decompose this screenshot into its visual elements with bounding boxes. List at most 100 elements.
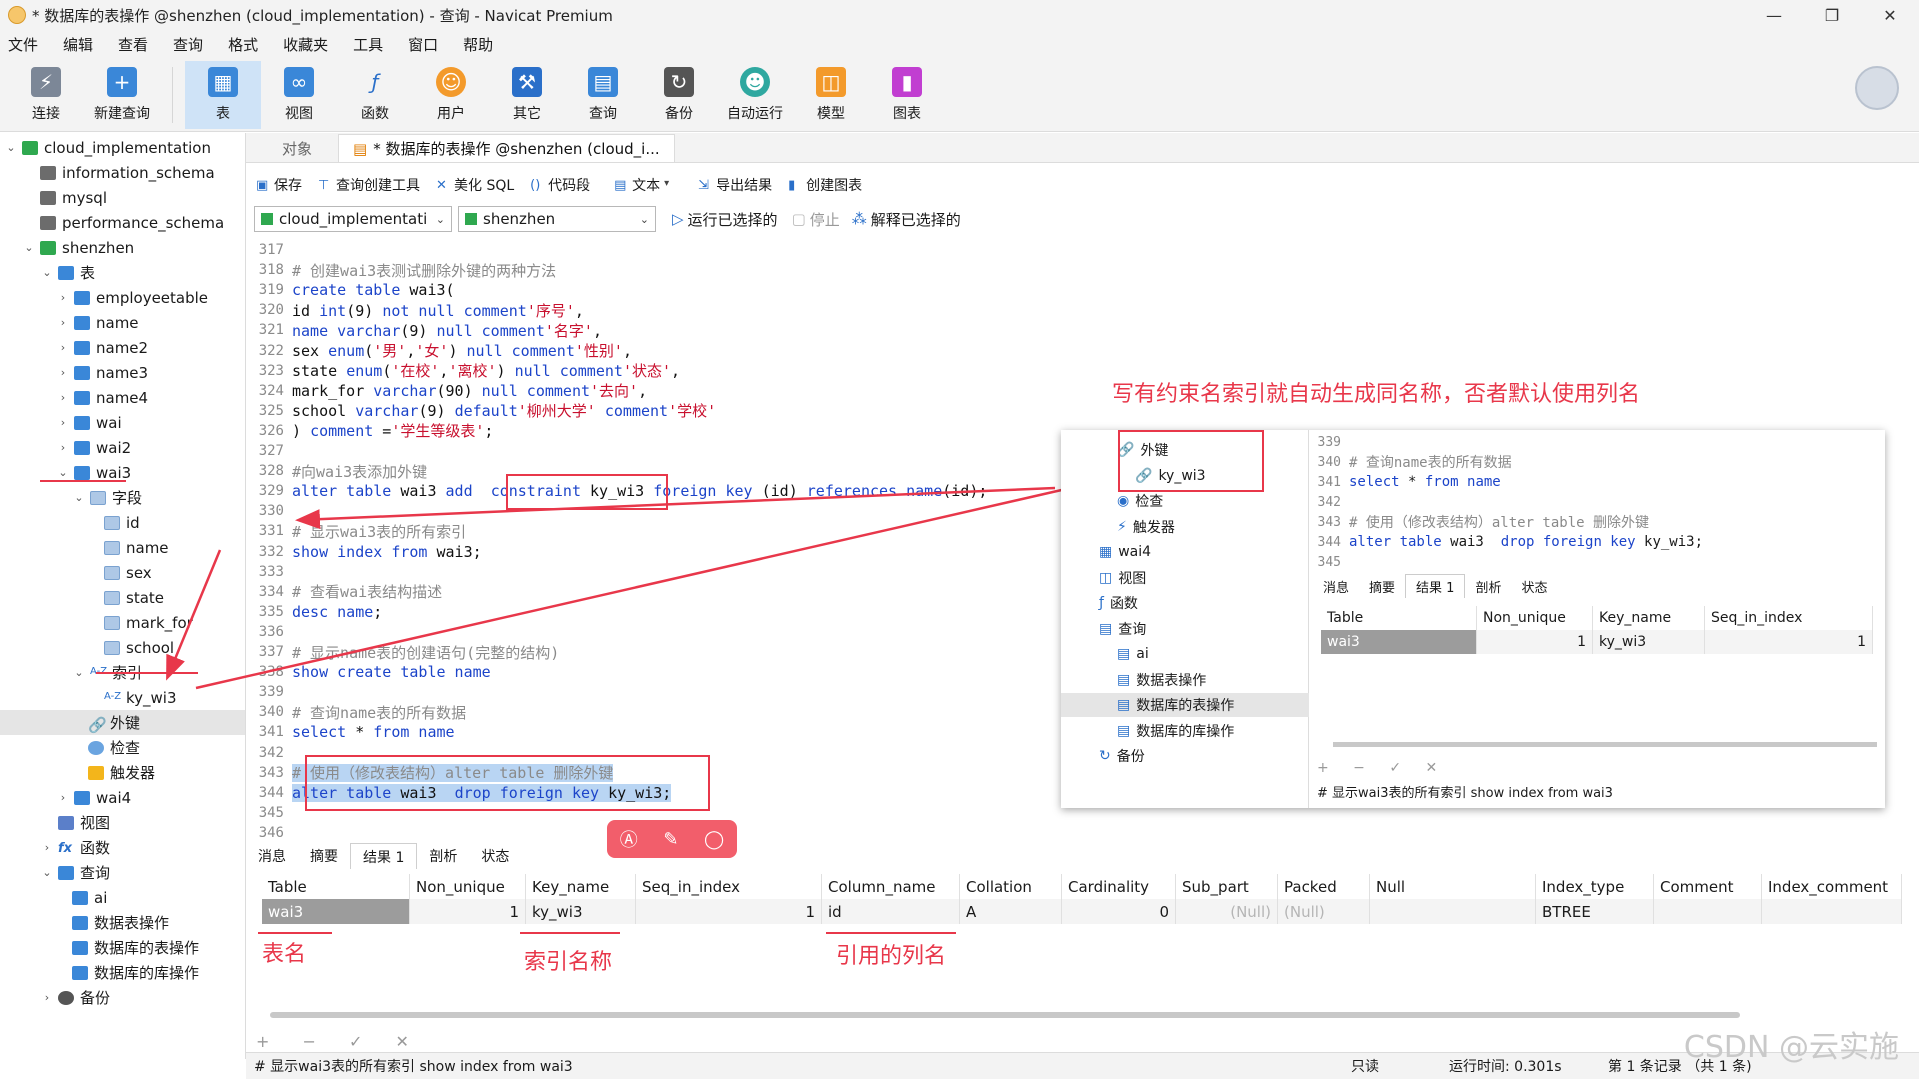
menu-window[interactable]: 窗口 — [400, 34, 455, 55]
cell[interactable]: A — [960, 899, 1062, 924]
backup-button[interactable]: ↻ 备份 — [641, 61, 717, 129]
inset-cell[interactable]: 1 — [1477, 630, 1593, 654]
tree-field[interactable]: state — [104, 585, 164, 610]
query-builder-button[interactable]: ⊤ 查询创建工具 — [318, 175, 420, 195]
code-line[interactable]: 321 name varchar(9) null comment'名字', — [252, 320, 602, 340]
query-button[interactable]: ▤ 查询 — [565, 61, 641, 129]
tree-functions[interactable]: › fx 函数 — [40, 835, 110, 860]
tab-result-1[interactable]: 结果 1 — [350, 843, 418, 869]
inset-col-header[interactable]: Non_unique — [1477, 606, 1593, 630]
col-header[interactable]: Seq_in_index — [636, 874, 822, 899]
code-line[interactable]: 318 # 创建wai3表测试删除外键的两种方法 — [252, 260, 556, 280]
tab-profile[interactable]: 剖析 — [417, 843, 469, 869]
code-line[interactable]: 346 — [252, 823, 292, 843]
inset-tree-node[interactable]: ▤ 数据库的表操作 — [1061, 693, 1309, 717]
menu-query[interactable]: 查询 — [165, 34, 220, 55]
col-header[interactable]: Non_unique — [410, 874, 526, 899]
tree-query[interactable]: ai — [72, 885, 107, 910]
view-button[interactable]: ∞ 视图 — [261, 61, 337, 129]
code-line[interactable]: 337 # 显示name表的创建语句(完整的结构) — [252, 642, 560, 662]
code-line[interactable]: 325 school varchar(9) default'柳州大学' comme… — [252, 401, 716, 421]
save-button[interactable]: ▣ 保存 — [256, 175, 302, 195]
tree-query[interactable]: 数据库的库操作 — [72, 960, 199, 985]
row-controls[interactable]: + − ✓ ✕ — [256, 1032, 423, 1051]
tree-table[interactable]: › wai4 — [56, 785, 131, 810]
tree-views[interactable]: 视图 — [40, 810, 110, 835]
explain-button[interactable]: 解释已选择的 — [871, 209, 961, 230]
cell[interactable]: wai3 — [262, 899, 410, 924]
run-selected-button[interactable]: 运行已选择的 — [688, 209, 778, 230]
new-query-button[interactable]: + 新建查询 — [84, 61, 160, 129]
tree-checks[interactable]: 检查 — [88, 735, 140, 760]
tree-connection[interactable]: ⌄ cloud_implementation — [4, 135, 211, 160]
tree-field[interactable]: name — [104, 535, 169, 560]
table-button[interactable]: ▦ 表 — [185, 60, 261, 129]
col-header[interactable]: Column_name — [822, 874, 960, 899]
code-line[interactable]: 320 id int(9) not null comment'序号', — [252, 300, 584, 320]
col-header[interactable]: Packed — [1278, 874, 1370, 899]
inset-col-header[interactable]: Seq_in_index — [1705, 606, 1873, 630]
inset-row-controls[interactable]: + − ✓ ✕ — [1317, 760, 1447, 776]
menu-help[interactable]: 帮助 — [455, 34, 510, 55]
chart-button[interactable]: ▮ 图表 — [869, 61, 945, 129]
cell[interactable]: 1 — [636, 899, 822, 924]
code-line[interactable]: 326) comment ='学生等级表'; — [252, 421, 494, 441]
horizontal-scrollbar[interactable] — [270, 1012, 1740, 1018]
cell[interactable]: BTREE — [1536, 899, 1654, 924]
tree-db[interactable]: mysql — [22, 185, 107, 210]
tree-db[interactable]: performance_schema — [22, 210, 224, 235]
inset-tab[interactable]: 消息 — [1313, 574, 1359, 598]
tree-queries[interactable]: ⌄ 查询 — [40, 860, 110, 885]
code-line[interactable]: 317 — [252, 240, 292, 260]
stop-button[interactable]: 停止 — [810, 209, 840, 230]
tab-summary[interactable]: 摘要 — [298, 843, 350, 869]
col-header[interactable]: Index_comment — [1762, 874, 1902, 899]
inset-tree-node[interactable]: ▤ ai — [1061, 642, 1149, 666]
create-chart-button[interactable]: ▮ 创建图表 — [788, 175, 862, 195]
inset-tab[interactable]: 摘要 — [1359, 574, 1405, 598]
inset-tree-node[interactable]: ▦ wai4 — [1061, 540, 1151, 564]
code-line[interactable]: 341 select * from name — [252, 722, 455, 742]
inset-cell[interactable]: ky_wi3 — [1593, 630, 1705, 654]
maximize-button[interactable]: ❐ — [1803, 0, 1861, 30]
tree-query[interactable]: 数据表操作 — [72, 910, 169, 935]
inset-col-header[interactable]: Table — [1321, 606, 1477, 630]
close-button[interactable]: ✕ — [1861, 0, 1919, 30]
tree-query[interactable]: 数据库的表操作 — [72, 935, 199, 960]
menu-edit[interactable]: 编辑 — [55, 34, 110, 55]
tree-tables[interactable]: ⌄ 表 — [40, 260, 95, 285]
inset-tree-node[interactable]: ▤ 数据表操作 — [1061, 668, 1206, 692]
cell[interactable]: 0 — [1062, 899, 1176, 924]
model-button[interactable]: ◫ 模型 — [793, 61, 869, 129]
tree-field[interactable]: school — [104, 635, 174, 660]
beautify-sql-button[interactable]: ✕ 美化 SQL — [436, 175, 514, 195]
inset-col-header[interactable]: Key_name — [1593, 606, 1705, 630]
inset-cell[interactable]: wai3 — [1321, 630, 1477, 654]
tab-messages[interactable]: 消息 — [246, 843, 298, 869]
inset-tree-node[interactable]: ◫ 视图 — [1061, 566, 1146, 590]
cell[interactable]: id — [822, 899, 960, 924]
auto-run-button[interactable]: ☻ 自动运行 — [717, 61, 793, 129]
snippet-button[interactable]: () 代码段 — [530, 175, 590, 195]
tree-backups[interactable]: › 备份 — [40, 985, 110, 1010]
other-button[interactable]: ⚒ 其它 — [489, 61, 565, 129]
inset-cell[interactable]: 1 — [1705, 630, 1873, 654]
inset-tab[interactable]: 状态 — [1511, 574, 1557, 598]
col-header[interactable]: Null — [1370, 874, 1536, 899]
export-result-button[interactable]: ⇲ 导出结果 — [698, 175, 772, 195]
tree-db[interactable]: information_schema — [22, 160, 215, 185]
code-line[interactable]: 335 desc name; — [252, 602, 383, 622]
tree-fields[interactable]: ⌄ 字段 — [72, 485, 142, 510]
code-line[interactable]: 332 show index from wai3; — [252, 542, 482, 562]
code-line[interactable]: 336 — [252, 622, 292, 642]
col-header[interactable]: Key_name — [526, 874, 636, 899]
tree-db-shenzhen[interactable]: ⌄ shenzhen — [22, 235, 134, 260]
connect-button[interactable]: ⚡ 连接 — [8, 61, 84, 129]
menu-tools[interactable]: 工具 — [345, 34, 400, 55]
inset-tab[interactable]: 结果 1 — [1405, 574, 1466, 598]
col-header[interactable]: Comment — [1654, 874, 1762, 899]
tree-table[interactable]: › wai2 — [56, 435, 131, 460]
tab-objects[interactable]: 对象 — [268, 134, 326, 162]
menu-format[interactable]: 格式 — [220, 34, 275, 55]
col-header[interactable]: Cardinality — [1062, 874, 1176, 899]
